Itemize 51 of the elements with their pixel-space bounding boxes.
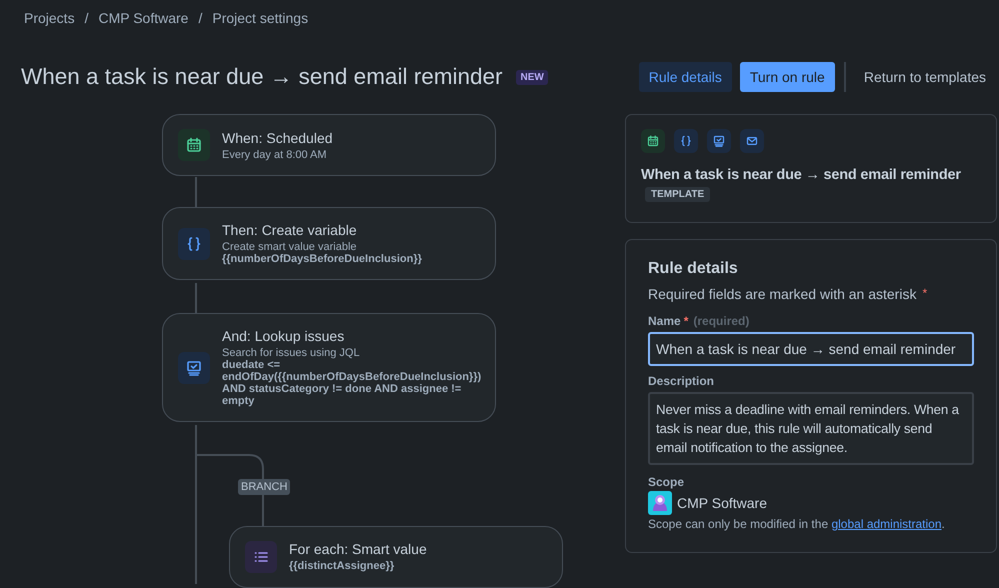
global-administration-link[interactable]: global administration — [831, 517, 942, 531]
project-avatar-icon — [648, 491, 672, 515]
node-title: When: Scheduled — [222, 130, 334, 146]
new-badge: NEW — [516, 70, 548, 84]
template-badge: TEMPLATE — [645, 187, 710, 202]
connector-line — [195, 283, 197, 313]
breadcrumb-link[interactable]: Project settings — [212, 10, 308, 26]
node-description: Every day at 8:00 AM — [222, 148, 328, 160]
required-hint: (required) — [693, 314, 750, 328]
node-detail: {{distinctAssignee}} — [289, 560, 396, 572]
node-detail: {{numberOfDaysBeforeDueInclusion}} — [222, 253, 423, 265]
list-icon — [253, 549, 269, 565]
branch-label: BRANCH — [238, 479, 290, 495]
name-field[interactable]: When a task is near due → send email reminder — [648, 332, 974, 366]
section-heading: Rule details — [648, 260, 739, 278]
breadcrumb-separator: / — [84, 10, 88, 26]
node-title: For each: Smart value — [289, 541, 428, 557]
action-button[interactable]: Rule details — [638, 62, 732, 92]
mail-icon — [746, 135, 758, 147]
node-description: Create smart value variable — [222, 241, 358, 253]
monitor-icon — [713, 135, 725, 147]
breadcrumb-link[interactable]: CMP Software — [98, 10, 188, 26]
breadcrumb-link[interactable]: Projects — [24, 10, 75, 26]
node-title: And: Lookup issues — [222, 328, 346, 344]
node-detail: duedate <= endOfDay({{numberOfDaysBeforeDueInclusion}}) AND statusCategory != done AND assignee != empty — [222, 359, 482, 407]
action-button[interactable]: Turn on rule — [740, 62, 835, 92]
return-button[interactable]: Return to templates — [854, 62, 996, 92]
calendar-icon — [186, 137, 202, 153]
template-title: When a task is near due → send email reminder — [641, 167, 962, 183]
field-label: Description — [648, 374, 714, 388]
connector-line — [195, 177, 197, 207]
description-field[interactable]: Never miss a deadline with email reminders. When a task is near due, this rule will automatically send email notification to the assignee. — [648, 392, 974, 465]
scope-value: CMP Software — [677, 495, 767, 511]
required-note: Required fields are marked with an asterisk — [648, 286, 916, 302]
breadcrumb-separator: / — [198, 10, 202, 26]
field-label: Scope — [648, 475, 684, 489]
page-title: When a task is near due → send email reminder — [21, 64, 502, 90]
braces-icon — [680, 135, 692, 147]
asterisk: * — [684, 314, 688, 328]
node-description: Search for issues using JQL — [222, 347, 361, 359]
field-label: Name — [648, 314, 681, 328]
flow-node-card[interactable]: For each: Smart value {{distinctAssignee}} — [229, 526, 563, 588]
flow-node-card[interactable]: And: Lookup issues Search for issues using JQL duedate <= endOfDay({{numberOfDaysBeforeDueInclusion}}) AND statusCategory != done AND assignee != empty — [162, 313, 496, 422]
calendar-icon — [647, 135, 659, 147]
monitor-icon — [186, 360, 202, 376]
braces-icon — [186, 236, 202, 252]
node-title: Then: Create variable — [222, 222, 358, 238]
flow-node-card[interactable]: When: Scheduled Every day at 8:00 AM — [162, 114, 496, 176]
flow-node-card[interactable]: Then: Create variable Create smart value variable {{numberOfDaysBeforeDueInclusion}} — [162, 207, 496, 280]
scope-note: Scope can only be modified in the global administration. — [648, 517, 946, 531]
asterisk: * — [922, 286, 928, 302]
